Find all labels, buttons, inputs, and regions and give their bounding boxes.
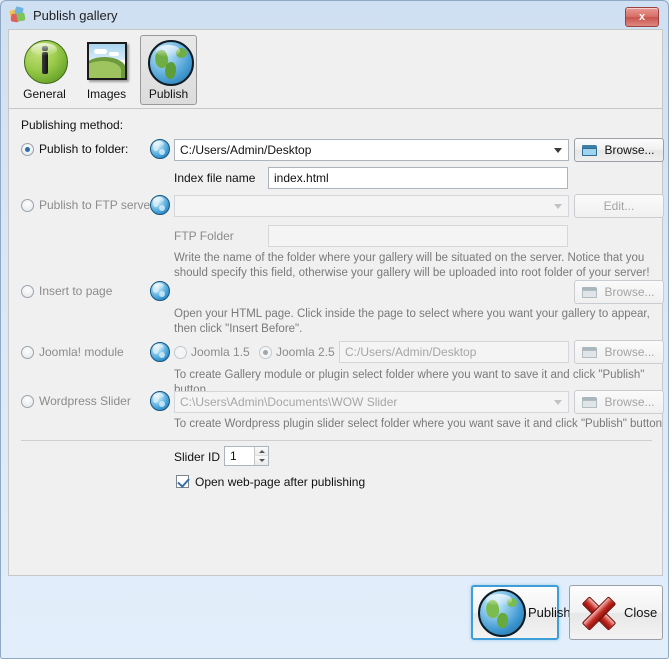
- publish-button-label: Publish: [528, 605, 571, 620]
- folder-icon: [582, 144, 597, 156]
- close-x-icon: [576, 591, 622, 635]
- radio-publish-to-ftp[interactable]: [21, 199, 34, 212]
- ftp-folder-input[interactable]: [268, 225, 568, 247]
- chevron-down-icon: [554, 400, 562, 405]
- tab-strip: General Images Publish: [8, 29, 663, 109]
- folder-icon: [582, 346, 597, 358]
- wordpress-path-combo[interactable]: C:\Users\Admin\Documents\WOW Slider: [174, 391, 569, 413]
- globe-icon-publish: [478, 588, 526, 637]
- radio-insert-to-page[interactable]: [21, 285, 34, 298]
- window-title: Publish gallery: [33, 7, 118, 23]
- browse-wordpress-label: Browse...: [604, 395, 655, 409]
- publish-panel: Publishing method: Publish to folder: C:…: [8, 108, 664, 576]
- info-icon: [22, 38, 68, 84]
- browse-folder-label: Browse...: [604, 143, 655, 157]
- radio-publish-to-folder[interactable]: [21, 143, 34, 156]
- ftp-edit-label: Edit...: [603, 199, 635, 213]
- folder-icon: [582, 396, 597, 408]
- label-publish-to-folder: Publish to folder:: [39, 142, 129, 156]
- globe-icon-joomla: [150, 342, 170, 362]
- chevron-down-icon: [554, 204, 562, 209]
- browse-insert-page-button[interactable]: Browse...: [574, 280, 664, 304]
- radio-joomla-25[interactable]: [259, 346, 272, 359]
- label-joomla-15: Joomla 1.5: [191, 345, 250, 359]
- slider-id-value: 1: [230, 449, 237, 463]
- ftp-hint: Write the name of the folder where your …: [174, 252, 650, 279]
- tab-publish[interactable]: Publish: [140, 35, 197, 105]
- browse-joomla-label: Browse...: [604, 345, 655, 359]
- chevron-down-icon: [554, 148, 562, 153]
- ftp-server-combo[interactable]: [174, 195, 569, 217]
- publishing-method-label: Publishing method:: [21, 118, 124, 132]
- close-button-label: Close: [624, 605, 658, 620]
- label-joomla-module: Joomla! module: [39, 345, 124, 359]
- label-joomla-25: Joomla 2.5: [276, 345, 335, 359]
- browse-insert-page-label: Browse...: [604, 285, 655, 299]
- wordpress-hint: To create Wordpress plugin slider select…: [174, 418, 663, 430]
- radio-wordpress-slider[interactable]: [21, 395, 34, 408]
- tab-publish-label: Publish: [148, 87, 189, 101]
- folder-path-value: C:/Users/Admin/Desktop: [180, 143, 312, 157]
- window-close-button[interactable]: x: [625, 7, 659, 27]
- picture-icon: [84, 38, 130, 84]
- browse-wordpress-button[interactable]: Browse...: [574, 390, 664, 414]
- globe-icon: [146, 38, 194, 86]
- browse-folder-button[interactable]: Browse...: [574, 138, 664, 162]
- browse-joomla-button[interactable]: Browse...: [574, 340, 664, 364]
- ftp-folder-label: FTP Folder: [174, 229, 234, 243]
- wordpress-path-value: C:\Users\Admin\Documents\WOW Slider: [180, 395, 398, 409]
- publish-gallery-window: Publish gallery x General Images Publish: [0, 0, 669, 659]
- radio-joomla-15[interactable]: [174, 346, 187, 359]
- folder-icon: [582, 286, 597, 298]
- open-webpage-checkbox[interactable]: [176, 475, 189, 488]
- palette-icon: [9, 6, 26, 23]
- close-button[interactable]: Close: [569, 585, 663, 640]
- tab-images[interactable]: Images: [78, 35, 135, 105]
- publish-button[interactable]: Publish: [471, 585, 571, 640]
- section-divider: [21, 440, 652, 441]
- globe-icon-ftp: [150, 195, 170, 215]
- insert-page-hint: Open your HTML page. Click inside the pa…: [174, 308, 650, 335]
- globe-icon-wordpress: [150, 391, 170, 411]
- folder-path-combo[interactable]: C:/Users/Admin/Desktop: [174, 139, 569, 161]
- tab-general[interactable]: General: [16, 35, 73, 105]
- slider-id-label: Slider ID: [174, 450, 221, 464]
- index-file-name-input[interactable]: index.html: [268, 167, 568, 189]
- slider-id-increment-icon[interactable]: [254, 447, 268, 456]
- joomla-path-input[interactable]: C:/Users/Admin/Desktop: [339, 341, 569, 363]
- label-insert-to-page: Insert to page: [39, 284, 113, 298]
- globe-icon-insert: [150, 281, 170, 301]
- slider-id-decrement-icon[interactable]: [254, 456, 268, 465]
- title-bar: Publish gallery x: [2, 2, 667, 28]
- tab-general-label: General: [23, 87, 66, 101]
- label-wordpress-slider: Wordpress Slider: [39, 394, 131, 408]
- label-publish-to-ftp: Publish to FTP server: [39, 198, 155, 212]
- open-webpage-label: Open web-page after publishing: [195, 475, 366, 489]
- ftp-edit-button[interactable]: Edit...: [574, 194, 664, 218]
- globe-icon-folder: [150, 139, 170, 159]
- slider-id-stepper[interactable]: 1: [224, 446, 269, 466]
- index-file-name-label: Index file name: [174, 171, 256, 185]
- tab-images-label: Images: [86, 87, 127, 101]
- radio-joomla-module[interactable]: [21, 346, 34, 359]
